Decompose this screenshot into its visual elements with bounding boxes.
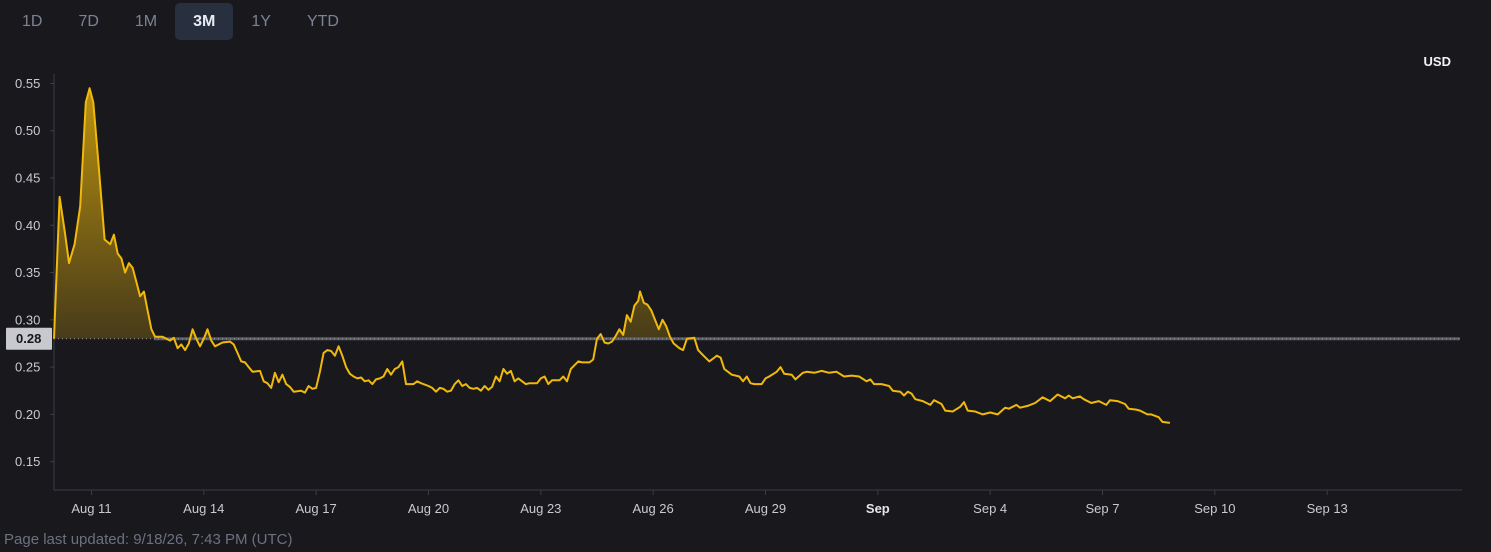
x-tick-label: Sep 4 (973, 501, 1007, 516)
y-tick-label: 0.25 (15, 360, 40, 375)
y-tick-label: 0.15 (15, 454, 40, 469)
x-tick-label: Aug 26 (633, 501, 674, 516)
x-tick-label: Aug 20 (408, 501, 449, 516)
x-tick-label: Aug 14 (183, 501, 224, 516)
x-tick-label: Aug 29 (745, 501, 786, 516)
last-updated-text: Page last updated: 9/18/26, 7:43 PM (UTC… (4, 531, 293, 548)
x-tick-label: Sep 13 (1307, 501, 1348, 516)
baseline-value-tag: 0.28 (6, 327, 52, 350)
x-tick-label: Aug 11 (71, 501, 111, 516)
x-tick-label: Sep 10 (1194, 501, 1235, 516)
baseline-value-label: 0.28 (16, 331, 41, 346)
price-chart[interactable]: 0.55 0.50 0.45 0.40 0.35 0.30 0.25 0.20 0.15 Aug … (0, 0, 1491, 552)
x-tick-label: Aug 23 (520, 501, 561, 516)
y-tick-label: 0.30 (15, 312, 40, 327)
y-tick-label: 0.35 (15, 265, 40, 280)
y-tick-label: 0.20 (15, 407, 40, 422)
y-tick-label: 0.40 (15, 218, 40, 233)
price-area-fill (54, 88, 1170, 339)
y-tick-label: 0.55 (15, 76, 40, 91)
price-line (53, 87, 1171, 424)
y-tick-label: 0.50 (15, 123, 40, 138)
x-tick-label: Aug 17 (296, 501, 337, 516)
x-tick-label: Sep (866, 501, 890, 516)
x-tick-label: Sep 7 (1086, 501, 1120, 516)
y-tick-label: 0.45 (15, 171, 40, 186)
